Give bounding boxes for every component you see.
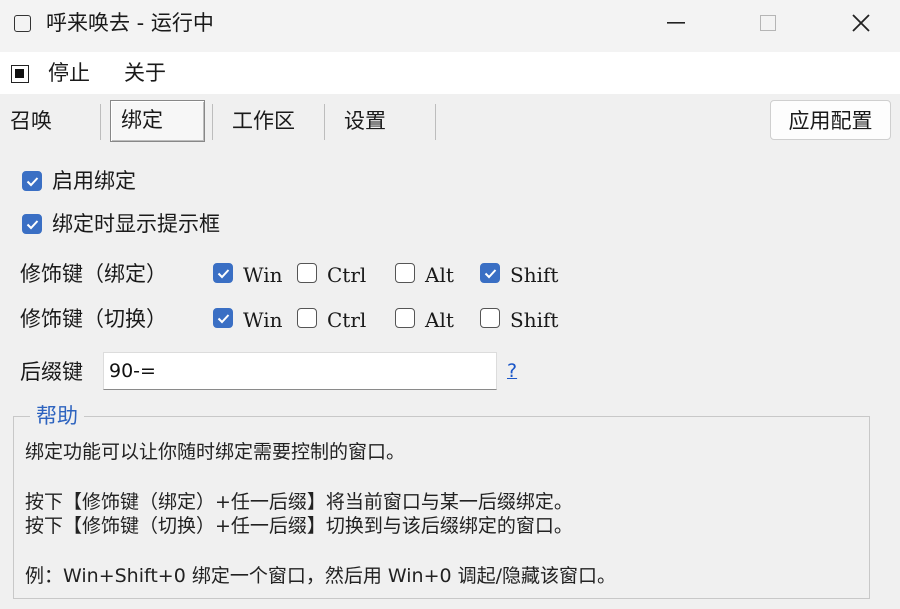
check-icon [26, 220, 39, 230]
switch-shift-checkbox[interactable] [480, 308, 500, 328]
help-text-line: 按下【修饰键（切换）+任一后缀】切换到与该后缀绑定的窗口。 [25, 515, 573, 537]
tab-separator [435, 104, 436, 140]
bind-shift-label: Shift [510, 263, 559, 287]
tab-separator [100, 104, 101, 140]
suffix-input[interactable] [103, 352, 497, 390]
switch-alt-checkbox[interactable] [395, 308, 415, 328]
check-icon [26, 177, 39, 187]
bind-ctrl-label: Ctrl [327, 263, 367, 287]
bind-win-label: Win [243, 263, 283, 287]
suffix-help-link[interactable]: ? [507, 360, 517, 382]
minimize-icon [667, 22, 685, 24]
tab-bind[interactable]: 绑定 [110, 100, 205, 142]
switch-ctrl-checkbox[interactable] [297, 308, 317, 328]
bind-alt-checkbox[interactable] [395, 263, 415, 283]
window-title: 呼来唤去 - 运行中 [46, 11, 214, 35]
check-icon [484, 269, 497, 279]
switch-shift-label: Shift [510, 308, 559, 332]
enable-bind-label: 启用绑定 [52, 169, 136, 193]
help-text-line: 绑定功能可以让你随时绑定需要控制的窗口。 [25, 441, 406, 463]
help-text-line: 按下【修饰键（绑定）+任一后缀】将当前窗口与某一后缀绑定。 [25, 491, 573, 513]
title-bar: 呼来唤去 - 运行中 [0, 0, 900, 52]
help-title: 帮助 [30, 403, 84, 429]
app-window-icon [14, 15, 31, 32]
apply-config-button[interactable]: 应用配置 [770, 100, 891, 140]
menu-stop[interactable]: 停止 [48, 60, 90, 86]
show-tip-label: 绑定时显示提示框 [52, 212, 220, 236]
show-tip-checkbox[interactable] [22, 214, 42, 234]
check-icon [217, 269, 230, 279]
stop-icon[interactable] [11, 65, 29, 83]
modifier-switch-label: 修饰键（切换） [20, 307, 167, 331]
switch-alt-label: Alt [425, 308, 454, 332]
modifier-bind-label: 修饰键（绑定） [20, 262, 167, 286]
bind-shift-checkbox[interactable] [480, 263, 500, 283]
check-icon [217, 314, 230, 324]
tab-summon[interactable]: 召唤 [10, 100, 52, 142]
menu-about[interactable]: 关于 [124, 60, 166, 86]
tab-workspace[interactable]: 工作区 [232, 100, 295, 142]
maximize-button[interactable] [738, 0, 798, 46]
close-button[interactable] [831, 0, 891, 46]
suffix-label: 后缀键 [20, 360, 83, 384]
bind-win-checkbox[interactable] [213, 263, 233, 283]
bind-ctrl-checkbox[interactable] [297, 263, 317, 283]
tab-separator [324, 104, 325, 140]
bind-alt-label: Alt [425, 263, 454, 287]
switch-win-label: Win [243, 308, 283, 332]
menu-bar: 停止 关于 [0, 52, 900, 94]
close-icon [852, 14, 870, 32]
maximize-icon [760, 15, 776, 31]
switch-win-checkbox[interactable] [213, 308, 233, 328]
enable-bind-checkbox[interactable] [22, 171, 42, 191]
minimize-button[interactable] [646, 0, 706, 46]
help-text-line: 例：Win+Shift+0 绑定一个窗口，然后用 Win+0 调起/隐藏该窗口。 [25, 565, 617, 587]
switch-ctrl-label: Ctrl [327, 308, 367, 332]
tab-settings[interactable]: 设置 [344, 100, 386, 142]
tab-separator [212, 104, 213, 140]
